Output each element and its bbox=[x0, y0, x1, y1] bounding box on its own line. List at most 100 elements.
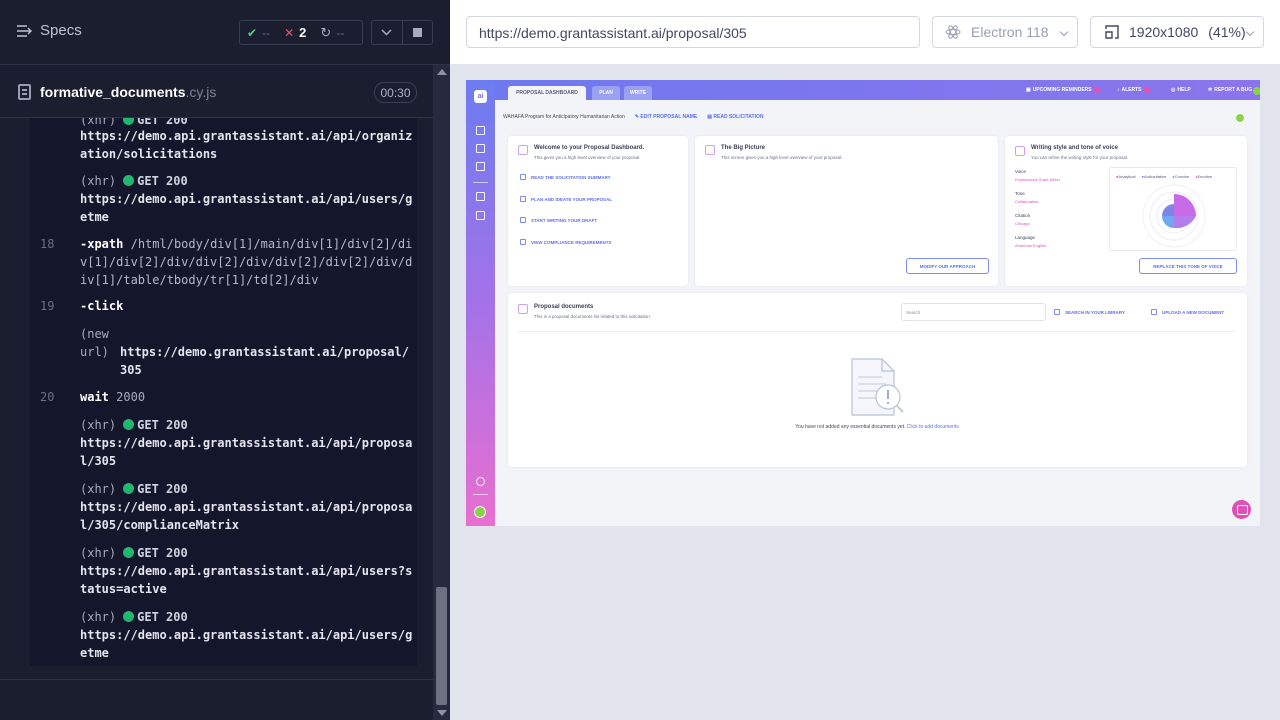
scroll-down-icon[interactable] bbox=[437, 710, 447, 716]
browser-selector[interactable]: Electron 118 bbox=[932, 16, 1078, 48]
tab-write[interactable]: WRITE bbox=[624, 86, 652, 100]
app-logo[interactable]: ai bbox=[474, 90, 487, 103]
pen-icon bbox=[520, 217, 526, 223]
electron-icon bbox=[945, 25, 961, 39]
stop-icon bbox=[412, 28, 422, 37]
check-icon: ✔ bbox=[247, 25, 258, 40]
avatar[interactable] bbox=[1253, 87, 1260, 95]
grid-icon bbox=[518, 145, 528, 155]
divider bbox=[473, 494, 488, 495]
viewport-icon bbox=[1105, 25, 1119, 39]
avatar[interactable] bbox=[474, 506, 486, 518]
passed-stat: ✔ -- bbox=[247, 25, 271, 40]
writing-style-card: Writing style and tone of voice You can … bbox=[1005, 136, 1247, 286]
read-solicitation-link[interactable]: ▤ READ SOLICITATION bbox=[707, 114, 763, 120]
divider bbox=[518, 331, 1236, 332]
status-dot-icon bbox=[123, 419, 135, 430]
log-scrollbar[interactable] bbox=[433, 65, 450, 720]
folder-icon[interactable] bbox=[476, 192, 485, 201]
menu-icon bbox=[17, 24, 32, 37]
badge bbox=[1093, 87, 1100, 93]
document-icon bbox=[518, 304, 528, 314]
status-dot-icon bbox=[123, 483, 135, 494]
expand-button[interactable] bbox=[372, 21, 402, 44]
chart-legend: Analytical Authoritative Concise Emotive bbox=[1116, 174, 1212, 179]
target-icon bbox=[705, 145, 715, 155]
empty-state-text: You have not added any essential documen… bbox=[795, 424, 959, 430]
compass-icon[interactable] bbox=[476, 144, 485, 153]
gear-icon[interactable] bbox=[476, 477, 485, 486]
command-log: (xhr) GET 200 https://demo.api.grantassis… bbox=[30, 118, 417, 666]
tab-proposal-dashboard[interactable]: PROPOSAL DASHBOARD bbox=[508, 86, 586, 100]
chat-icon bbox=[1015, 146, 1025, 156]
read-solicitation-summary-link[interactable]: READ THE SOLICITATION SUMMARY bbox=[520, 174, 611, 180]
file-icon bbox=[18, 84, 31, 100]
reporter-header: Specs ✔ -- ✕ 2 ↻ -- bbox=[0, 0, 450, 65]
scroll-up-icon[interactable] bbox=[437, 69, 447, 75]
runner-panel: https://demo.grantassistant.ai/proposal/… bbox=[450, 0, 1280, 720]
spec-file-row[interactable]: formative_documents.cy.js 00:30 bbox=[0, 66, 433, 118]
upcoming-reminders-link[interactable]: ▣ UPCOMING REMINDERS bbox=[1026, 87, 1100, 93]
x-icon: ✕ bbox=[284, 25, 295, 40]
reporter-panel: Specs ✔ -- ✕ 2 ↻ -- formative_documents.… bbox=[0, 0, 450, 720]
calendar-icon: ▣ bbox=[1026, 87, 1031, 93]
scroll-thumb[interactable] bbox=[436, 587, 447, 705]
program-title: WAHAFA Program for Anticipatory Humanita… bbox=[503, 114, 625, 120]
add-documents-link[interactable]: Click to add documents bbox=[907, 424, 959, 430]
stop-button[interactable] bbox=[401, 21, 432, 44]
app-sidebar: ai bbox=[466, 80, 495, 526]
test-stats: ✔ -- ✕ 2 ↻ -- bbox=[239, 20, 363, 45]
tab-plan[interactable]: PLAN bbox=[592, 86, 620, 100]
pending-stat: ↻ -- bbox=[320, 24, 345, 40]
proposal-title-row: WAHAFA Program for Anticipatory Humanita… bbox=[503, 114, 763, 120]
aut-url-field[interactable]: https://demo.grantassistant.ai/proposal/… bbox=[466, 16, 920, 48]
report-bug-link[interactable]: ✲ REPORT A BUG bbox=[1208, 87, 1252, 93]
specs-label: Specs bbox=[40, 22, 82, 39]
upload-icon bbox=[1151, 309, 1157, 315]
runner-toolbar: https://demo.grantassistant.ai/proposal/… bbox=[450, 0, 1280, 64]
replace-tone-button[interactable]: REPLACE THIS TONE OF VOICE bbox=[1139, 258, 1237, 274]
plan-ideate-link[interactable]: PLAN AND IDEATE YOUR PROPOSAL bbox=[520, 196, 612, 202]
document-icon[interactable] bbox=[476, 162, 485, 171]
compliance-requirements-link[interactable]: VIEW COMPLIANCE REQUIREMENTS bbox=[520, 239, 612, 245]
aut-frame: ai PROPOSAL DASHBOARD PLAN WRITE ▣ UPCOMI… bbox=[466, 80, 1260, 526]
divider bbox=[0, 679, 433, 680]
big-picture-card: The Big Picture This screen gives you a … bbox=[695, 136, 998, 286]
help-link[interactable]: ◎ HELP bbox=[1171, 87, 1191, 93]
run-controls bbox=[371, 20, 433, 45]
home-icon[interactable] bbox=[476, 126, 485, 135]
chat-widget-button[interactable] bbox=[1232, 500, 1251, 519]
library-icon bbox=[1054, 309, 1060, 315]
start-writing-link[interactable]: START WRITING YOUR DRAFT bbox=[520, 217, 597, 223]
library-icon[interactable] bbox=[476, 211, 485, 220]
status-dot-icon bbox=[123, 611, 135, 622]
upload-document-link[interactable]: UPLOAD A NEW DOCUMENT bbox=[1151, 309, 1224, 315]
document-icon bbox=[520, 196, 526, 202]
alerts-link[interactable]: ♪ ALERTS bbox=[1117, 87, 1150, 93]
welcome-card: Welcome to your Proposal Dashboard. This… bbox=[508, 136, 688, 286]
search-library-link[interactable]: SEARCH IN YOUR LIBRARY bbox=[1054, 309, 1125, 315]
status-dot-icon bbox=[123, 118, 135, 125]
help-icon: ◎ bbox=[1171, 87, 1176, 93]
spec-duration: 00:30 bbox=[374, 82, 417, 103]
viewport-selector[interactable]: 1920x1080 (41%) bbox=[1090, 16, 1264, 48]
documents-search-input[interactable]: Search bbox=[901, 303, 1046, 321]
status-dot-icon bbox=[123, 547, 135, 558]
badge bbox=[1143, 87, 1150, 93]
chevron-down-icon bbox=[1059, 27, 1069, 37]
chevron-down-icon bbox=[1245, 27, 1255, 37]
bell-icon: ♪ bbox=[1117, 87, 1120, 93]
spinner-icon: ↻ bbox=[320, 24, 332, 40]
modify-approach-button[interactable]: MODIFY OUR APPROACH bbox=[906, 258, 989, 274]
document-icon bbox=[520, 174, 526, 180]
divider bbox=[473, 182, 488, 183]
radar-graphic bbox=[1142, 184, 1206, 248]
status-dot-icon bbox=[123, 175, 135, 186]
tone-radar-chart: Analytical Authoritative Concise Emotive bbox=[1109, 167, 1237, 251]
avatar[interactable] bbox=[1235, 113, 1245, 123]
chevron-down-icon bbox=[381, 29, 393, 36]
specs-toggle-button[interactable]: Specs bbox=[16, 22, 82, 39]
edit-proposal-name-link[interactable]: ✎ EDIT PROPOSAL NAME bbox=[635, 114, 697, 120]
app-header: PROPOSAL DASHBOARD PLAN WRITE ▣ UPCOMING … bbox=[495, 80, 1260, 100]
list-icon bbox=[520, 239, 526, 245]
